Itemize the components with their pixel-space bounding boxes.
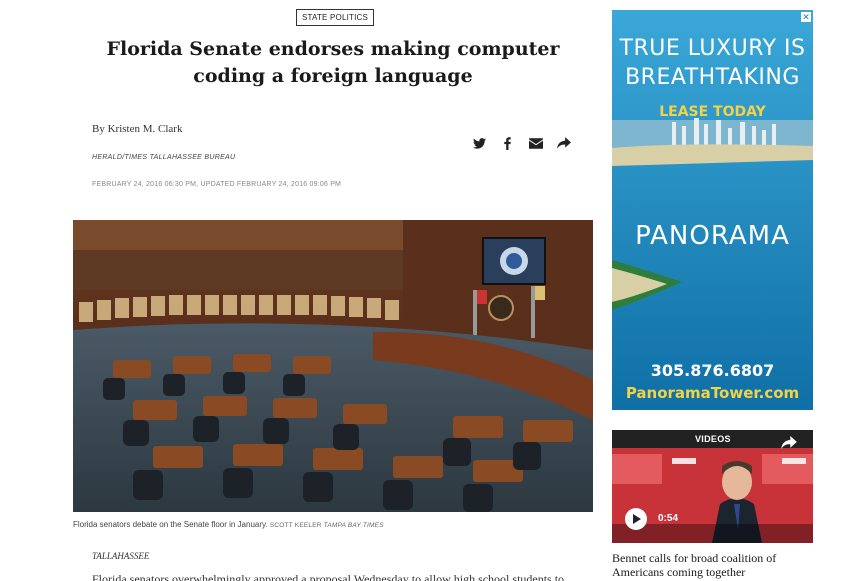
videos-label: VIDEOS <box>695 434 731 444</box>
caption-text: Florida senators debate on the Senate fl… <box>73 520 268 529</box>
play-button[interactable] <box>625 508 647 530</box>
ad-brand: PANORAMA <box>635 221 790 251</box>
ad-banner[interactable]: ✕ TRUE LUXURY IS BREATHTAKING LEASE TODA… <box>612 10 813 410</box>
video-title[interactable]: Bennet calls for broad coalition of Amer… <box>612 551 813 579</box>
ad-close-icon[interactable]: ✕ <box>801 12 811 22</box>
ad-url[interactable]: PanoramaTower.com <box>612 384 813 402</box>
headline: Florida Senate endorses making computer … <box>106 38 560 87</box>
article-body: Florida senators overwhelmingly approved… <box>92 572 565 581</box>
byline[interactable]: By Kristen M. Clark <box>92 123 182 135</box>
facebook-icon[interactable] <box>500 134 515 152</box>
share-icon[interactable] <box>556 134 571 152</box>
video-thumbnail[interactable]: VIDEOS 0:54 <box>612 430 813 543</box>
twitter-icon[interactable] <box>472 134 487 152</box>
credit-org: TAMPA BAY TIMES <box>323 522 384 529</box>
video-share-icon[interactable] <box>781 436 797 454</box>
senate-floor-photo <box>73 220 593 512</box>
photo-credit: SCOTT KEELER TAMPA BAY TIMES <box>270 522 384 529</box>
ad-line-1: TRUE LUXURY IS <box>619 36 806 61</box>
dateline: FEBRUARY 24, 2016 06:30 PM, UPDATED FEBR… <box>92 181 342 188</box>
dateline-city: TALLAHASSEE <box>92 551 150 561</box>
credit-name: SCOTT KEELER <box>269 522 322 529</box>
email-icon[interactable] <box>528 134 543 152</box>
section-tag[interactable]: STATE POLITICS <box>296 9 375 26</box>
ad-cta[interactable]: LEASE TODAY <box>612 104 813 120</box>
share-bar <box>472 134 571 152</box>
video-duration: 0:54 <box>658 513 679 524</box>
photo-caption: Florida senators debate on the Senate fl… <box>73 520 384 529</box>
bureau: HERALD/TIMES TALLAHASSEE BUREAU <box>92 154 236 161</box>
ad-line-2: BREATHTAKING <box>625 65 800 90</box>
ad-phone[interactable]: 305.876.6807 <box>612 361 813 380</box>
